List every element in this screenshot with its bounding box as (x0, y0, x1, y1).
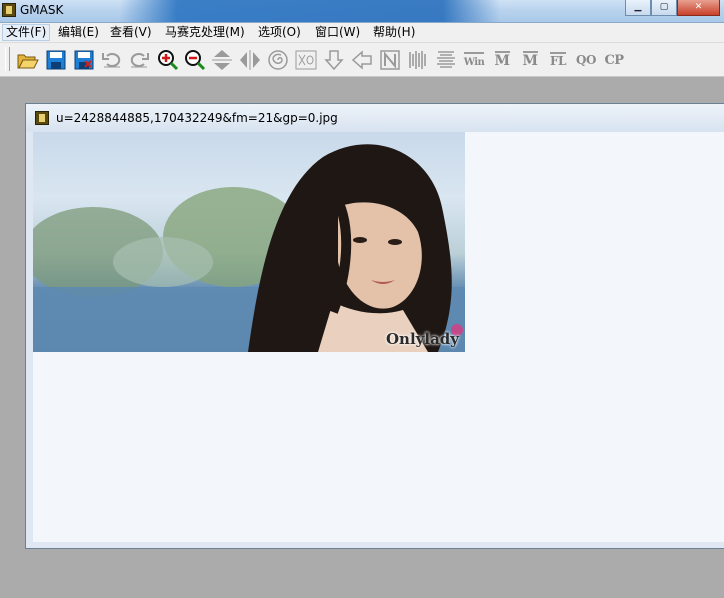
m-filter-button[interactable]: M (490, 48, 514, 72)
title-bar-decoration (120, 0, 500, 22)
xor-filter-button[interactable] (294, 48, 318, 72)
loaded-photo[interactable]: Onlylady (33, 132, 465, 352)
flip-horizontal-button[interactable] (238, 48, 262, 72)
zoom-out-button[interactable] (183, 48, 207, 72)
shift-left-button[interactable] (350, 48, 374, 72)
save-as-icon (74, 50, 94, 70)
m-mirror-filter-label: M (522, 51, 538, 69)
cp-filter-button[interactable]: CP (602, 48, 626, 72)
redo-button[interactable] (127, 48, 151, 72)
fl-filter-button[interactable]: FL (546, 48, 570, 72)
app-icon[interactable] (2, 3, 16, 17)
horizontal-lines-icon (437, 51, 455, 68)
win-filter-button[interactable]: Win (462, 48, 486, 72)
xor-icon (295, 50, 317, 70)
qo-filter-label: QO (576, 53, 596, 67)
shift-down-button[interactable] (322, 48, 346, 72)
zoom-in-icon (158, 50, 179, 71)
swirl-icon (268, 50, 288, 70)
m-filter-label: M (494, 51, 510, 69)
minimize-button[interactable]: ▁ (625, 0, 651, 16)
save-button[interactable] (44, 48, 68, 72)
folder-open-icon (17, 54, 39, 69)
document-icon[interactable] (35, 111, 49, 125)
image-canvas[interactable]: Onlylady (33, 132, 724, 542)
vertical-lines-icon (409, 51, 426, 69)
floppy-disk-icon (46, 50, 66, 70)
negative-n-icon (380, 50, 400, 70)
document-title: u=2428844885,170432249&fm=21&gp=0.jpg (56, 111, 338, 125)
arrow-left-icon (351, 50, 372, 70)
cp-filter-label: CP (604, 52, 624, 68)
toolbar-grip[interactable] (5, 47, 10, 71)
zoom-in-button[interactable] (156, 48, 180, 72)
photo-watermark-text: Onlylady (385, 330, 459, 348)
close-button[interactable]: ✕ (677, 0, 720, 16)
vertical-glass-button[interactable] (406, 48, 430, 72)
maximize-button[interactable]: ▢ (651, 0, 677, 16)
menu-help[interactable]: 帮助(H) (370, 24, 418, 41)
menu-file[interactable]: 文件(F) (2, 24, 51, 41)
arrow-down-icon (324, 50, 344, 71)
open-button[interactable] (16, 48, 40, 72)
zoom-out-icon (185, 50, 206, 71)
m-mirror-filter-button[interactable]: M (518, 48, 542, 72)
photo-illustration (33, 144, 465, 352)
win-filter-label: Win (463, 52, 485, 68)
app-title: GMASK (20, 3, 64, 17)
negative-button[interactable] (378, 48, 402, 72)
horizontal-glass-button[interactable] (434, 48, 458, 72)
window-controls: ▁ ▢ ✕ (625, 0, 720, 17)
fl-filter-label: FL (550, 52, 566, 68)
save-as-button[interactable] (72, 48, 96, 72)
menu-window[interactable]: 窗口(W) (312, 24, 363, 41)
flip-vertical-icon (212, 50, 232, 70)
toolbar: Win M M FL QO CP (0, 43, 724, 77)
menu-mosaic[interactable]: 马赛克处理(M) (162, 24, 248, 41)
flip-vertical-button[interactable] (210, 48, 234, 72)
menu-edit[interactable]: 编辑(E) (55, 24, 102, 41)
document-window: u=2428844885,170432249&fm=21&gp=0.jpg On… (25, 103, 724, 549)
document-title-bar[interactable]: u=2428844885,170432249&fm=21&gp=0.jpg (26, 104, 724, 132)
menu-bar: 文件(F) 编辑(E) 查看(V) 马赛克处理(M) 选项(O) 窗口(W) 帮… (0, 23, 724, 43)
redo-icon (130, 53, 149, 68)
flip-horizontal-icon (240, 50, 260, 70)
undo-icon (102, 53, 121, 68)
menu-view[interactable]: 查看(V) (107, 24, 155, 41)
menu-options[interactable]: 选项(O) (255, 24, 304, 41)
undo-button[interactable] (100, 48, 124, 72)
qo-filter-button[interactable]: QO (574, 48, 598, 72)
swirl-filter-button[interactable] (266, 48, 290, 72)
app-title-bar[interactable]: GMASK ▁ ▢ ✕ (0, 0, 724, 23)
